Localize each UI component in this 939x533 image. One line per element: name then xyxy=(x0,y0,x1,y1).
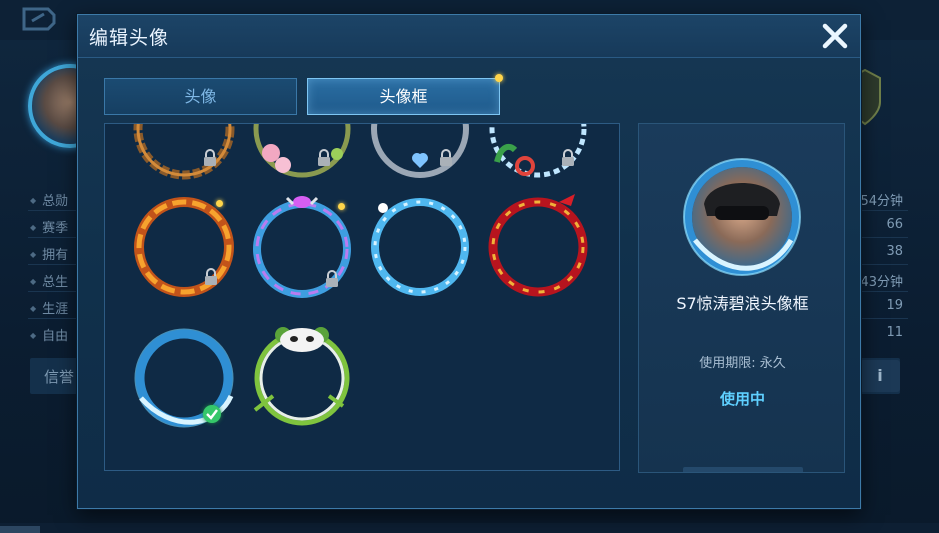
wave-frame-icon xyxy=(134,328,234,428)
lock-icon xyxy=(204,149,216,166)
frame-item-bronze-gear[interactable] xyxy=(125,124,243,188)
close-icon[interactable] xyxy=(818,19,852,53)
stat-value: 43分钟 xyxy=(860,275,903,290)
lock-icon xyxy=(326,270,338,287)
frame-item-red-dragon[interactable] xyxy=(479,188,597,306)
stat-value: 66 xyxy=(886,217,903,232)
edit-avatar-dialog: 编辑头像 头像 头像框 S7惊涛碧浪头像框 使用期限: 永久 使用中 xyxy=(77,14,861,509)
tab-avatar-frame[interactable]: 头像框 xyxy=(307,78,500,115)
frame-item-beach-palm[interactable] xyxy=(479,124,597,188)
frame-item-neon-demon[interactable] xyxy=(243,188,361,306)
silver-heart-frame-icon xyxy=(371,124,469,178)
lock-icon xyxy=(562,149,574,166)
new-indicator-dot xyxy=(338,203,345,210)
lock-icon xyxy=(205,268,217,285)
in-use-status: 使用中 xyxy=(719,390,765,408)
red-dragon-frame-icon xyxy=(488,194,588,297)
bottom-mark xyxy=(0,526,40,533)
stat-label: 生涯 xyxy=(30,298,68,317)
flame-leaf-frame-icon xyxy=(134,197,234,297)
cherry-blossom-frame-icon xyxy=(253,124,351,178)
frame-item-silver-heart[interactable] xyxy=(361,124,479,188)
new-indicator-dot xyxy=(216,200,223,207)
tab-avatar[interactable]: 头像 xyxy=(104,78,297,115)
detail-bottom-edge xyxy=(683,467,803,472)
frame-item-ice-crystal[interactable] xyxy=(361,188,479,306)
beach-palm-frame-icon xyxy=(489,124,587,178)
stat-label: 总勋 xyxy=(30,190,68,209)
frame-detail-panel: S7惊涛碧浪头像框 使用期限: 永久 使用中 xyxy=(638,123,845,473)
credit-label: 信誉 xyxy=(44,368,75,386)
back-logo-icon[interactable] xyxy=(18,6,58,32)
usage-period: 使用期限: 永久 xyxy=(699,356,786,371)
bronze-gear-frame-icon xyxy=(133,124,235,180)
selected-check-icon xyxy=(203,405,221,423)
stat-value: 54分钟 xyxy=(860,194,903,209)
dialog-header: 编辑头像 xyxy=(78,15,860,58)
frame-preview-avatar xyxy=(683,158,801,276)
bottom-bar xyxy=(0,523,939,533)
stat-label: 拥有 xyxy=(30,244,68,263)
stat-label: 总生 xyxy=(30,271,68,290)
lock-icon xyxy=(440,149,452,166)
info-icon[interactable]: i xyxy=(860,360,900,392)
stat-value: 19 xyxy=(886,298,903,313)
dialog-title: 编辑头像 xyxy=(89,27,170,49)
ice-crystal-frame-icon xyxy=(371,198,469,296)
frame-item-panda-bamboo[interactable] xyxy=(243,318,361,436)
stat-label: 自由 xyxy=(30,325,68,344)
stat-value: 11 xyxy=(886,325,903,340)
stat-value: 38 xyxy=(886,244,903,259)
frame-item-wave[interactable] xyxy=(125,318,243,436)
frame-name: S7惊涛碧浪头像框 xyxy=(676,294,809,313)
stat-label: 赛季 xyxy=(30,217,68,236)
frame-grid xyxy=(104,123,620,471)
panda-bamboo-frame-icon xyxy=(253,327,350,426)
lock-icon xyxy=(318,149,330,166)
frame-item-flame-leaf[interactable] xyxy=(125,188,243,306)
frame-item-cherry-blossom[interactable] xyxy=(243,124,361,188)
new-indicator-dot xyxy=(495,74,503,82)
